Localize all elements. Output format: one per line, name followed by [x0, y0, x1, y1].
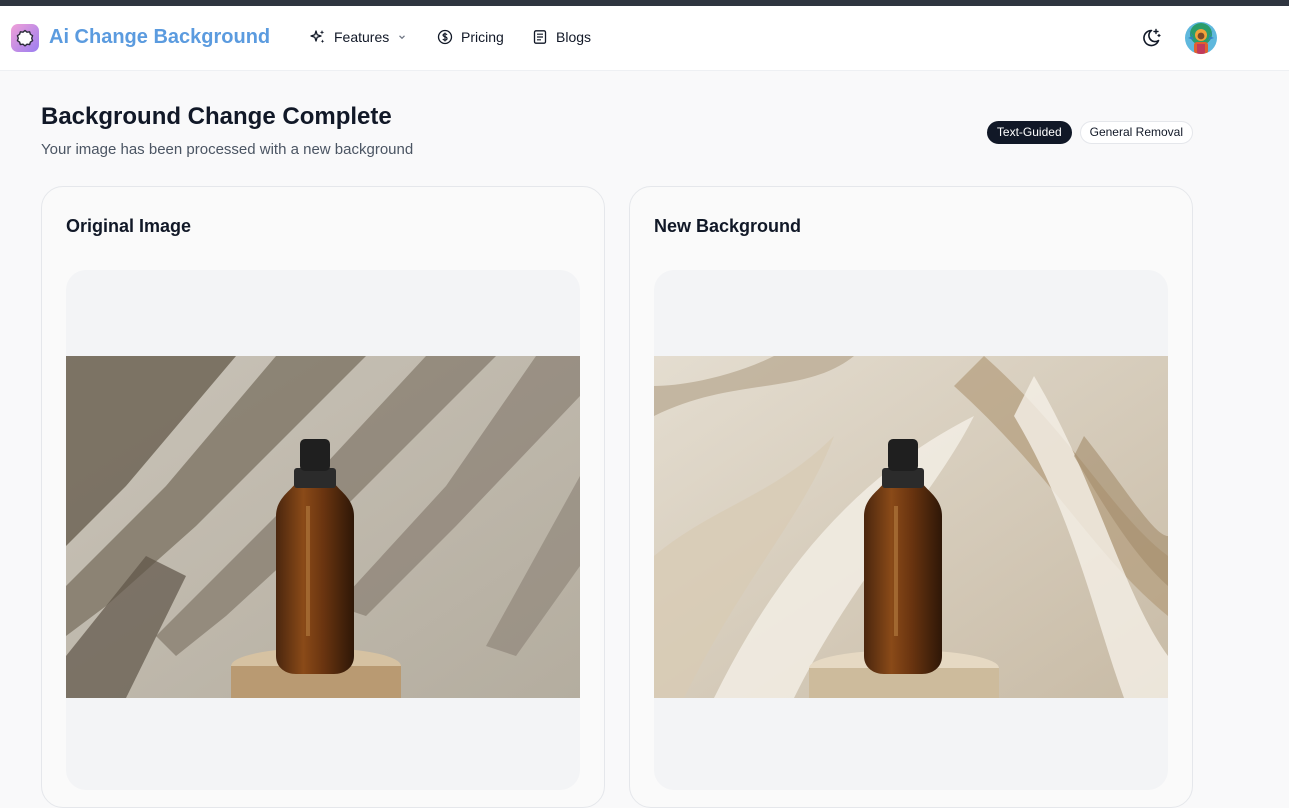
moon-stars-icon: [1143, 28, 1161, 47]
brand-name[interactable]: Ai Change Background: [49, 26, 270, 49]
dollar-circle-icon: [437, 29, 453, 45]
theme-toggle-button[interactable]: [1140, 27, 1162, 49]
original-image[interactable]: [66, 356, 580, 698]
original-image-frame: [66, 270, 580, 790]
nav-blogs-label: Blogs: [556, 29, 592, 45]
user-avatar[interactable]: [1185, 22, 1217, 54]
card-title-original: Original Image: [66, 216, 192, 236]
document-list-icon: [533, 30, 547, 44]
card-title-new: New Background: [654, 216, 802, 236]
nav-features-label: Features: [334, 29, 390, 45]
chevron-down-icon: [399, 35, 406, 40]
new-background-frame: [654, 270, 1168, 790]
original-image-card: Original Image: [41, 186, 605, 808]
nav-pricing[interactable]: Pricing: [437, 29, 504, 45]
sparkles-icon: [310, 30, 325, 44]
new-background-card: New Background: [629, 186, 1193, 808]
nav-blogs[interactable]: Blogs: [532, 29, 591, 45]
nav-features[interactable]: Features: [310, 29, 407, 45]
tag-text-guided[interactable]: Text-Guided: [986, 121, 1072, 144]
mode-tags: Text-Guided General Removal: [986, 121, 1193, 144]
nav-pricing-label: Pricing: [461, 29, 504, 45]
logo-icon[interactable]: [11, 24, 39, 52]
navbar: Ai Change Background Features Pricing Bl…: [0, 6, 1289, 71]
new-background-image[interactable]: [654, 356, 1168, 698]
page-subtitle: Your image has been processed with a new…: [41, 141, 414, 158]
page-title: Background Change Complete: [41, 103, 392, 130]
tag-general-removal[interactable]: General Removal: [1079, 121, 1193, 144]
